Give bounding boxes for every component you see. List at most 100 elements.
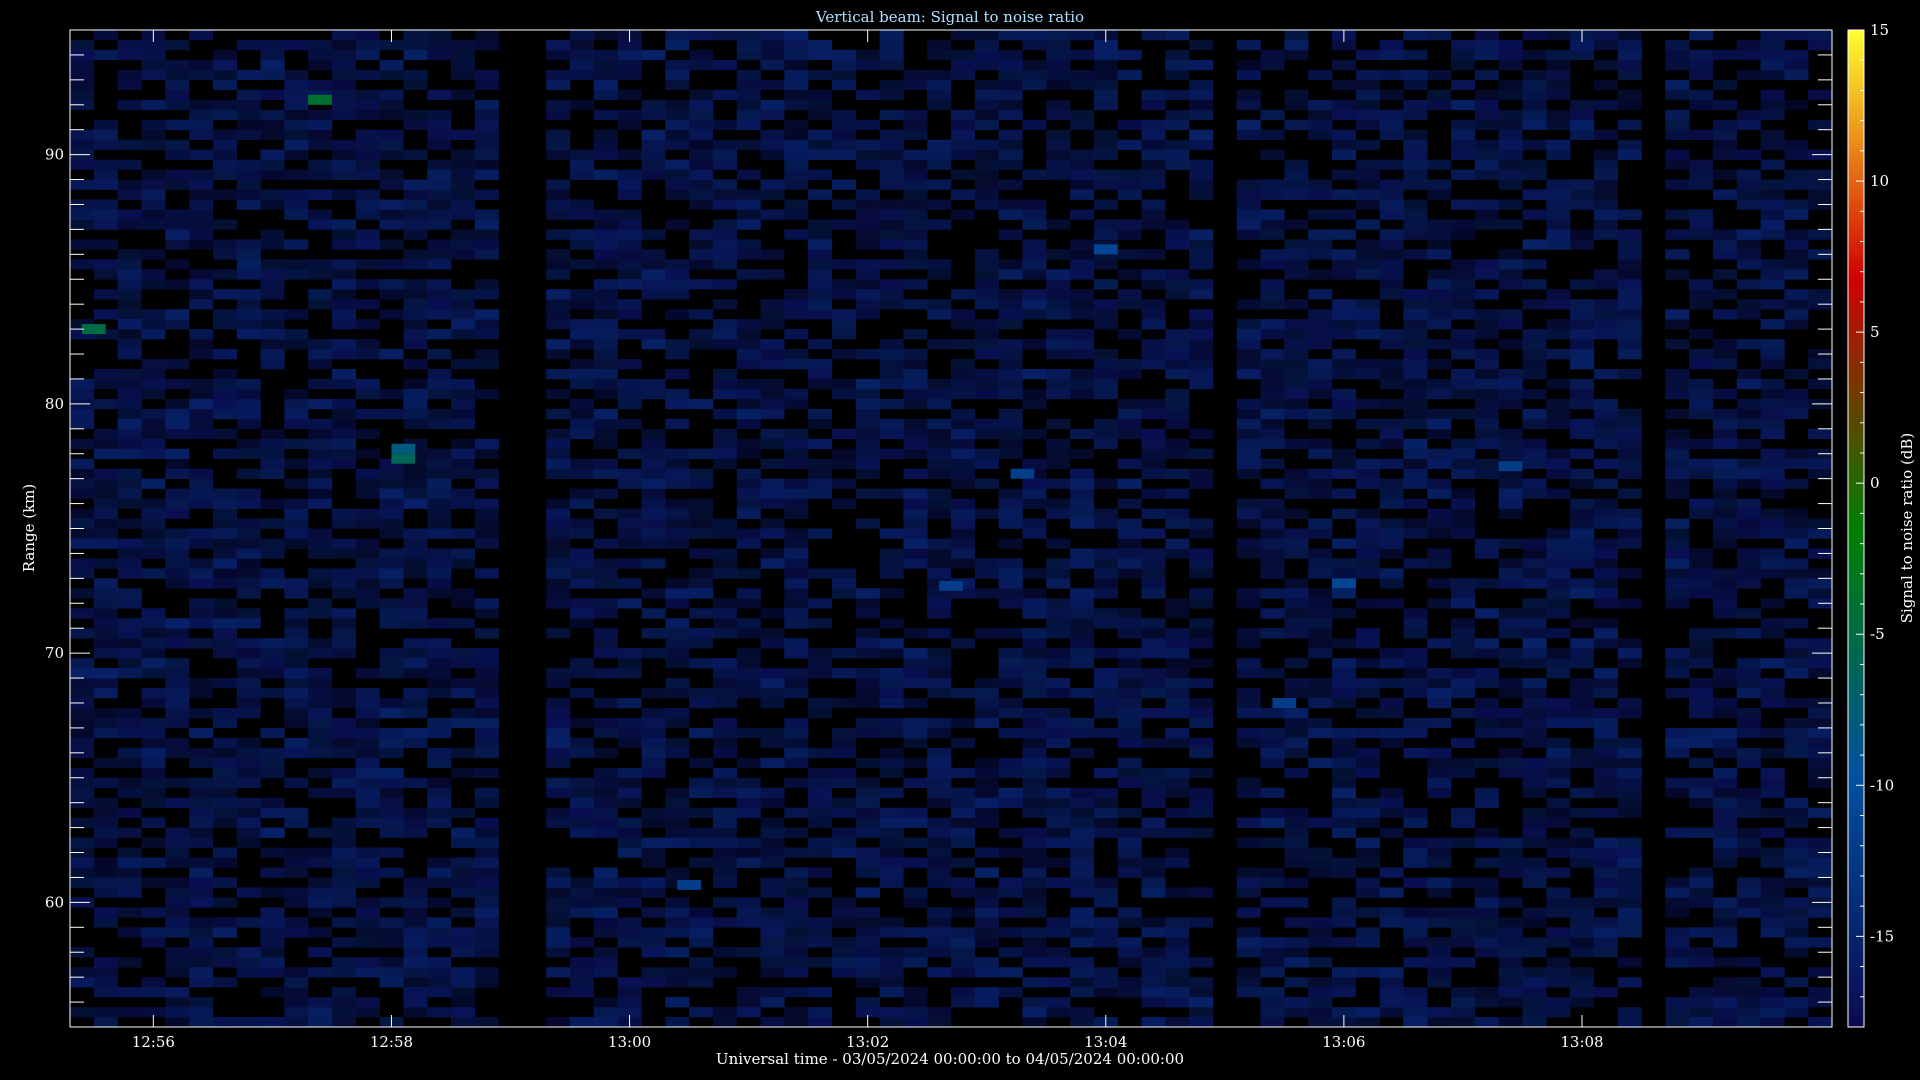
heatmap-cell [1784, 937, 1809, 948]
heatmap-cell [570, 428, 595, 440]
heatmap-cell [1117, 568, 1142, 579]
heatmap-cell [808, 229, 833, 240]
heatmap-cell [1689, 578, 1714, 589]
heatmap-cell [974, 279, 999, 290]
heatmap-cell [617, 787, 642, 798]
heatmap-cell [831, 498, 856, 509]
heatmap-cell [236, 648, 261, 659]
heatmap-cell [1498, 40, 1523, 51]
heatmap-cell [1355, 99, 1380, 111]
heatmap-cell [617, 827, 642, 838]
heatmap-cell [165, 638, 190, 649]
heatmap-cell [546, 897, 571, 908]
heatmap-cell [784, 847, 809, 858]
heatmap-cell [593, 947, 618, 958]
heatmap-cell [641, 289, 666, 300]
heatmap-cell [1522, 608, 1547, 619]
heatmap-cell [117, 79, 142, 91]
heatmap-cell [974, 49, 999, 61]
heatmap-cell [1379, 289, 1404, 300]
heatmap-cell [760, 847, 785, 858]
heatmap-cell [1046, 997, 1071, 1008]
heatmap-cell [1022, 807, 1047, 818]
heatmap-cell [1570, 99, 1595, 111]
heatmap-cell [1808, 179, 1833, 190]
heatmap-cell [570, 618, 595, 629]
heatmap-cell [451, 807, 476, 818]
heatmap-cell [355, 259, 380, 270]
heatmap-cell [403, 608, 428, 619]
heatmap-cell [927, 668, 952, 679]
heatmap-cell [427, 987, 452, 998]
heatmap-cell [760, 917, 785, 928]
heatmap-cell [665, 658, 690, 669]
heatmap-cell [165, 658, 190, 669]
heatmap-cell [903, 678, 928, 689]
heatmap-cell [1284, 239, 1309, 250]
heatmap-cell [570, 319, 595, 330]
heatmap-cell [1784, 618, 1809, 629]
heatmap-cell [831, 737, 856, 749]
heatmap-cell [784, 309, 809, 320]
heatmap-cell [141, 977, 166, 988]
heatmap-cell [808, 937, 833, 948]
heatmap-cell [1022, 897, 1047, 908]
heatmap-cell [355, 917, 380, 928]
heatmap-cell [1593, 877, 1618, 888]
heatmap-cell [1736, 458, 1761, 469]
heatmap-cell [1284, 658, 1309, 669]
heatmap-cell [451, 987, 476, 998]
heatmap-cell [427, 259, 452, 270]
heatmap-cell [451, 249, 476, 260]
heatmap-cell [1784, 947, 1809, 958]
heatmap-cell [1665, 388, 1690, 400]
heatmap-cell [1522, 807, 1547, 818]
heatmap-cell [1165, 369, 1190, 380]
heatmap-cell [1617, 349, 1642, 360]
heatmap-cell [1546, 668, 1571, 679]
heatmap-cell [1046, 827, 1071, 838]
x-tick-label: 13:08 [1560, 1033, 1603, 1051]
heatmap-cell [689, 957, 714, 968]
heatmap-cell [1689, 548, 1714, 559]
heatmap-cell [689, 99, 714, 111]
heatmap-cell [236, 159, 261, 170]
colorbar-tick-label: 0 [1870, 474, 1880, 492]
heatmap-cell [93, 428, 118, 440]
heatmap-cell [617, 229, 642, 240]
heatmap-cell [1784, 698, 1809, 709]
heatmap-cell [951, 428, 976, 440]
heatmap-cell [1308, 987, 1333, 998]
heatmap-cell [403, 398, 428, 410]
heatmap-cell [1379, 578, 1404, 589]
heatmap-cell [236, 538, 261, 549]
heatmap-cell [1570, 548, 1595, 559]
heatmap-cell [1736, 678, 1761, 689]
heatmap-cell [1570, 847, 1595, 858]
heatmap-cell [974, 189, 999, 200]
heatmap-cell [1593, 179, 1618, 190]
heatmap-cell [1284, 598, 1309, 609]
heatmap-cell [617, 179, 642, 190]
heatmap-cell [617, 897, 642, 908]
heatmap-cell [879, 548, 904, 559]
heatmap-cell [165, 40, 190, 51]
heatmap-cell [1498, 339, 1523, 350]
heatmap-cell [1165, 488, 1190, 499]
heatmap-cell [212, 508, 237, 519]
heatmap-cell [260, 957, 285, 968]
heatmap-cell [570, 877, 595, 888]
heatmap-cell [1665, 787, 1690, 798]
heatmap-cell [236, 289, 261, 300]
heatmap-cell [474, 528, 499, 539]
heatmap-cell [546, 987, 571, 998]
heatmap-cell [1546, 408, 1571, 420]
heatmap-cell [879, 1007, 904, 1018]
heatmap-cell [1760, 777, 1785, 789]
heatmap-cell [1546, 548, 1571, 559]
heatmap-cell [1070, 987, 1095, 998]
heatmap-cell [308, 109, 333, 121]
heatmap-cell [1712, 249, 1737, 260]
heatmap-cell [1355, 179, 1380, 190]
heatmap-cell [165, 747, 190, 759]
